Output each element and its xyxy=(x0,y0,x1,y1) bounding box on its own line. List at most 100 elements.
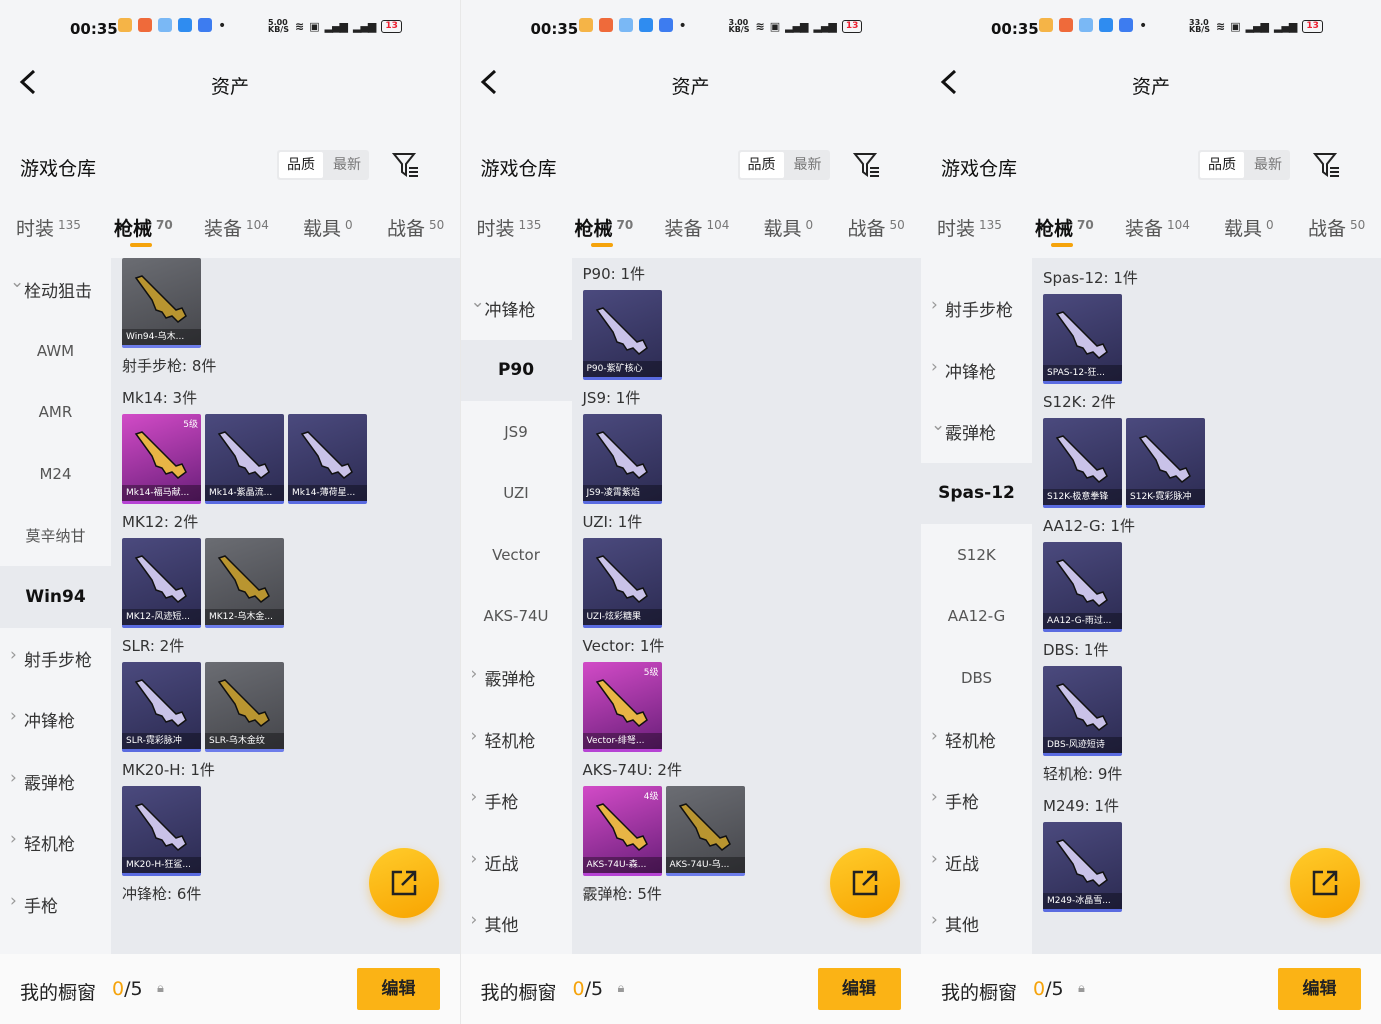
sort-quality-button[interactable]: 品质 xyxy=(279,152,323,178)
showcase-count: 0/5 xyxy=(573,978,604,1000)
sidebar-item[interactable]: Spas-12 xyxy=(921,462,1032,524)
tab-3[interactable]: 载具 0 xyxy=(303,196,353,258)
item-card[interactable]: AA12-G-雨过... xyxy=(1043,542,1122,632)
sidebar-item[interactable]: UZI xyxy=(461,463,572,525)
sort-quality-button[interactable]: 品质 xyxy=(1200,152,1244,178)
share-button[interactable] xyxy=(829,848,900,918)
sort-quality-button[interactable]: 品质 xyxy=(739,152,784,178)
sidebar-item[interactable]: AA12-G xyxy=(921,586,1032,648)
sidebar-item-label: UZI xyxy=(503,484,529,503)
sidebar-item[interactable]: JS9 xyxy=(461,401,572,463)
share-button[interactable] xyxy=(1290,848,1360,918)
showcase-used: 0 xyxy=(112,978,125,1000)
edit-button[interactable]: 编辑 xyxy=(1278,968,1361,1010)
item-card[interactable]: UZI-炫彩糖果 xyxy=(582,538,662,628)
status-bar: 00:35 • 5.00 KB/S ≋ ▣ ▂▄▆ ▂▄▆ 13 xyxy=(0,0,460,58)
tab-0[interactable]: 时装 135 xyxy=(16,196,81,258)
sidebar-item[interactable]: Vector xyxy=(461,524,572,586)
item-card[interactable]: MK12-风迹短... xyxy=(122,538,201,628)
item-card[interactable]: SLR-霓彩脉冲 xyxy=(122,662,201,752)
sort-newest-button[interactable]: 最新 xyxy=(325,150,369,180)
sidebar-item[interactable]: 轻机枪 xyxy=(461,709,572,771)
sidebar-item[interactable]: 手枪 xyxy=(461,770,572,832)
tab-2[interactable]: 装备 104 xyxy=(1125,196,1190,258)
sidebar-item[interactable]: 近战 xyxy=(461,832,572,894)
sidebar-item[interactable]: 栓动狙击 xyxy=(0,258,111,320)
sidebar-item[interactable]: 冲锋枪 xyxy=(461,278,572,340)
item-card[interactable]: MK12-乌木金... xyxy=(205,538,284,628)
tab-label: 战备 xyxy=(387,218,426,240)
item-card[interactable]: Win94-乌木... xyxy=(122,258,201,348)
sidebar-item[interactable]: 其他 xyxy=(461,893,572,954)
edit-button[interactable]: 编辑 xyxy=(357,968,440,1010)
sidebar-item[interactable]: M24 xyxy=(0,443,111,505)
item-card[interactable]: MK20-H-狂鲨... xyxy=(122,786,201,876)
share-button[interactable] xyxy=(369,848,439,918)
sidebar-item[interactable]: 轻机枪 xyxy=(0,812,111,874)
item-card[interactable]: DBS-风迹短诗 xyxy=(1043,666,1122,756)
sidebar-item[interactable]: 近战 xyxy=(921,832,1032,894)
item-card[interactable]: AKS-74U-乌... xyxy=(665,786,745,876)
sidebar-item xyxy=(461,258,572,278)
sidebar-item-label: 近战 xyxy=(945,854,979,875)
sidebar-item[interactable]: 其他 xyxy=(921,893,1032,954)
item-card[interactable]: SLR-乌木金纹 xyxy=(205,662,284,752)
sort-newest-button[interactable]: 最新 xyxy=(786,150,830,180)
sidebar-item[interactable]: 射手步枪 xyxy=(0,628,111,690)
sidebar-item[interactable]: 手枪 xyxy=(0,874,111,936)
item-card[interactable]: 5级 Vector-绯弩... xyxy=(582,662,662,752)
tab-0[interactable]: 时装 135 xyxy=(937,196,1002,258)
sidebar-item[interactable]: S12K xyxy=(921,524,1032,586)
filter-icon[interactable] xyxy=(1312,152,1341,178)
item-card[interactable]: S12K-极意拳锋 xyxy=(1043,418,1122,508)
sidebar-item[interactable]: 莫辛纳甘 xyxy=(0,505,111,567)
battery-icon: 13 xyxy=(1302,19,1323,33)
tab-0[interactable]: 时装 135 xyxy=(477,196,542,258)
item-card[interactable]: M249-冰晶雪... xyxy=(1043,822,1122,912)
sidebar-item[interactable]: 手枪 xyxy=(921,770,1032,832)
battery-icon: 13 xyxy=(841,19,863,33)
item-name: AKS-74U-森... xyxy=(582,857,662,873)
tab-3[interactable]: 载具 0 xyxy=(1224,196,1274,258)
sidebar-item-label: S12K xyxy=(957,545,996,564)
tab-1[interactable]: 枪械 70 xyxy=(114,196,173,258)
filter-icon[interactable] xyxy=(852,152,881,178)
item-card[interactable]: Mk14-薄荷星... xyxy=(288,414,367,504)
nav-bar: 资产 xyxy=(0,58,460,108)
sidebar-item[interactable]: 霰弹枪 xyxy=(461,647,572,709)
sidebar-item[interactable]: 霰弹枪 xyxy=(921,401,1032,463)
tab-1[interactable]: 枪械 70 xyxy=(575,196,633,258)
sort-newest-button[interactable]: 最新 xyxy=(1246,150,1290,180)
sidebar-item[interactable]: P90 xyxy=(460,339,572,401)
tab-4[interactable]: 战备 50 xyxy=(387,196,444,258)
tab-2[interactable]: 装备 104 xyxy=(204,196,269,258)
sidebar-item[interactable]: 冲锋枪 xyxy=(921,340,1032,402)
gun-skin-icon xyxy=(595,307,648,355)
item-card[interactable]: Mk14-紫晶流... xyxy=(205,414,284,504)
sidebar-item[interactable]: 冲锋枪 xyxy=(0,689,111,751)
tab-4[interactable]: 战备 50 xyxy=(1308,196,1365,258)
item-card[interactable]: 4级 AKS-74U-森... xyxy=(582,786,662,876)
group-title: Spas-12: 1件 xyxy=(1043,269,1138,287)
sidebar-item[interactable]: DBS xyxy=(921,647,1032,709)
item-card[interactable]: JS9-凌霄紫焰 xyxy=(582,414,662,504)
sidebar-item[interactable]: Win94 xyxy=(0,566,111,628)
item-card[interactable]: P90-紫矿核心 xyxy=(582,290,662,380)
edit-button[interactable]: 编辑 xyxy=(817,968,901,1010)
app-notification-icon xyxy=(658,18,673,32)
sidebar-item[interactable]: AKS-74U xyxy=(461,586,572,648)
warehouse-title: 游戏仓库 xyxy=(20,158,97,180)
tab-3[interactable]: 载具 0 xyxy=(764,196,814,258)
item-card[interactable]: SPAS-12-狂... xyxy=(1043,294,1122,384)
sidebar-item[interactable]: 射手步枪 xyxy=(921,278,1032,340)
sidebar-item[interactable]: 霰弹枪 xyxy=(0,751,111,813)
tab-1[interactable]: 枪械 70 xyxy=(1035,196,1094,258)
tab-2[interactable]: 装备 104 xyxy=(665,196,730,258)
sidebar-item[interactable]: AWM xyxy=(0,320,111,382)
item-card[interactable]: 5级 Mk14-福马献... xyxy=(122,414,201,504)
sidebar-item[interactable]: 轻机枪 xyxy=(921,709,1032,771)
tab-4[interactable]: 战备 50 xyxy=(848,196,905,258)
filter-icon[interactable] xyxy=(391,152,420,178)
item-card[interactable]: S12K-霓彩脉冲 xyxy=(1126,418,1205,508)
sidebar-item[interactable]: AMR xyxy=(0,382,111,444)
